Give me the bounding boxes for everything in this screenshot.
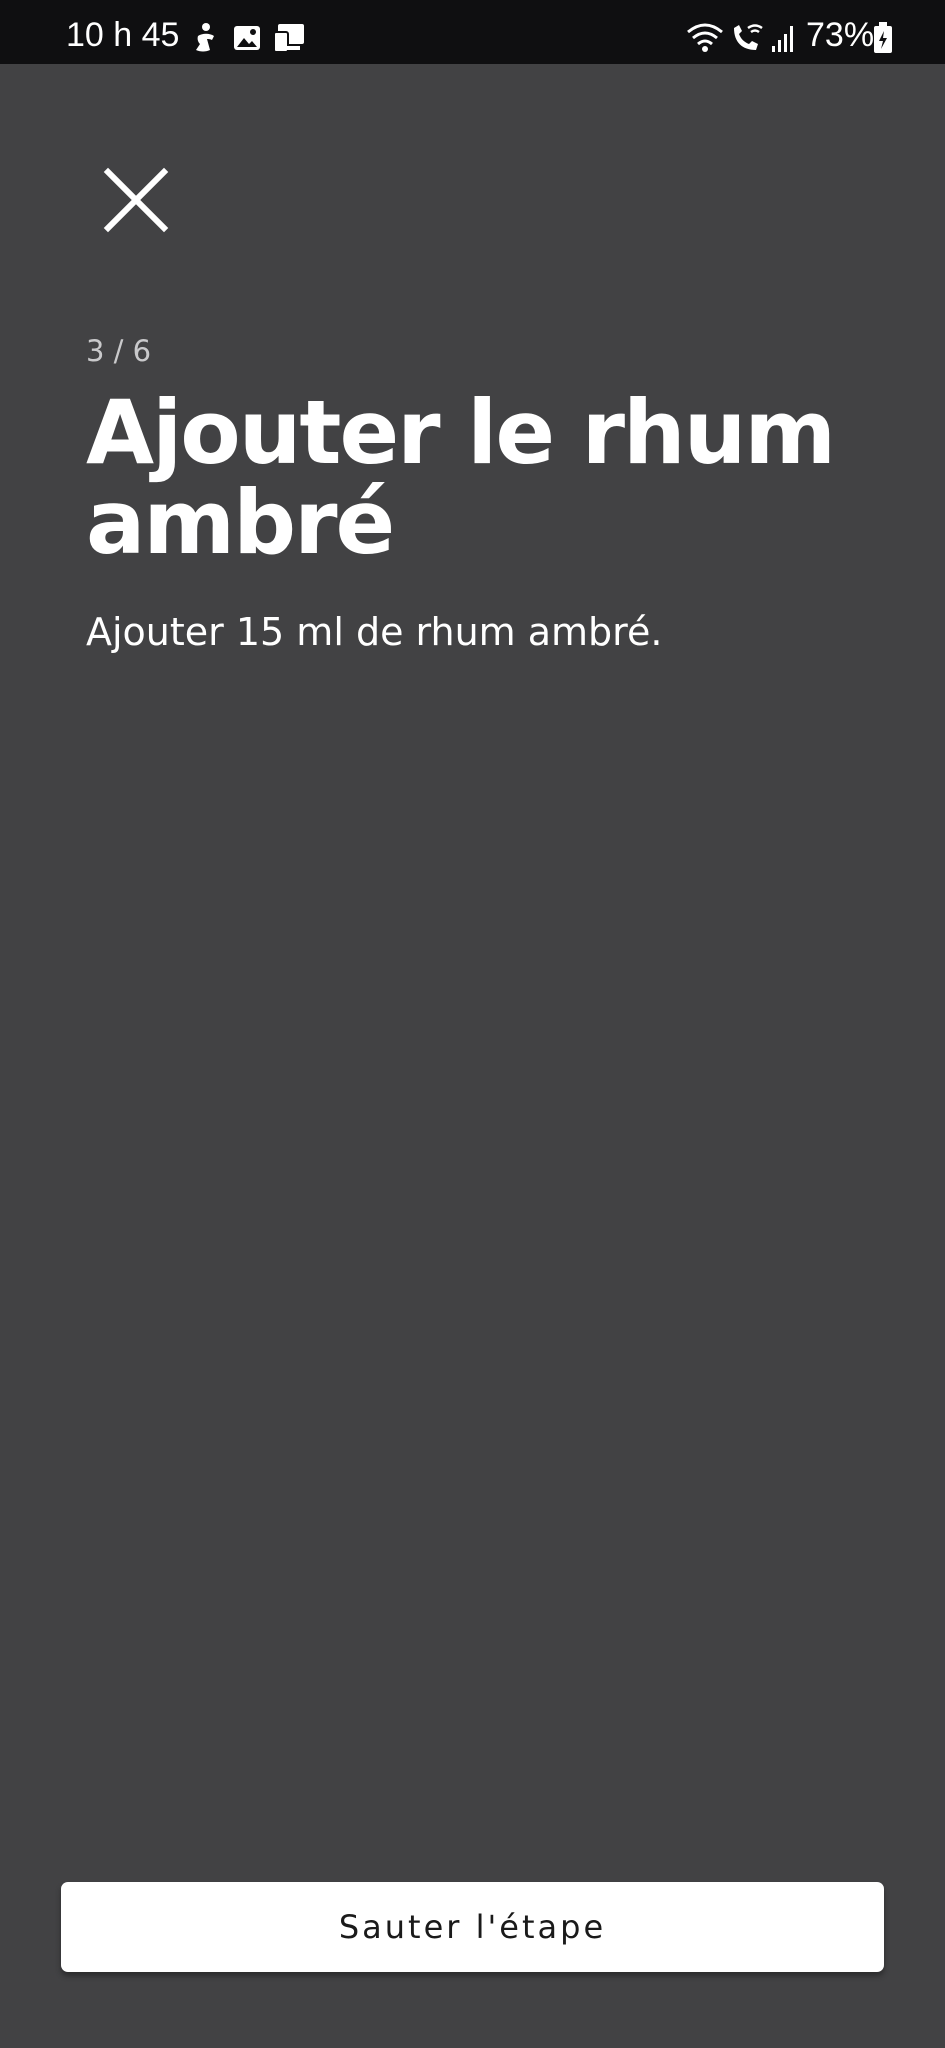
close-icon: [103, 167, 169, 233]
step-counter: 3 / 6: [86, 334, 152, 368]
close-button[interactable]: [96, 160, 176, 240]
battery-charging-icon: [874, 22, 892, 53]
image-icon: [234, 26, 260, 50]
accessibility-person-icon: [196, 23, 214, 52]
screen-mirror-icon: [273, 24, 304, 53]
wifi-icon: [687, 23, 723, 52]
signal-icon: [772, 26, 793, 52]
skip-step-button[interactable]: Sauter l'étape: [61, 1882, 884, 1972]
wifi-call-icon: [734, 24, 763, 50]
status-time: 10 h 45: [66, 16, 180, 54]
battery-percentage: 73%: [806, 16, 875, 54]
status-bar: 10 h 45 73%: [0, 0, 945, 64]
step-description: Ajouter 15 ml de rhum ambré.: [86, 610, 663, 654]
step-title: Ajouter le rhum ambré: [86, 381, 836, 574]
